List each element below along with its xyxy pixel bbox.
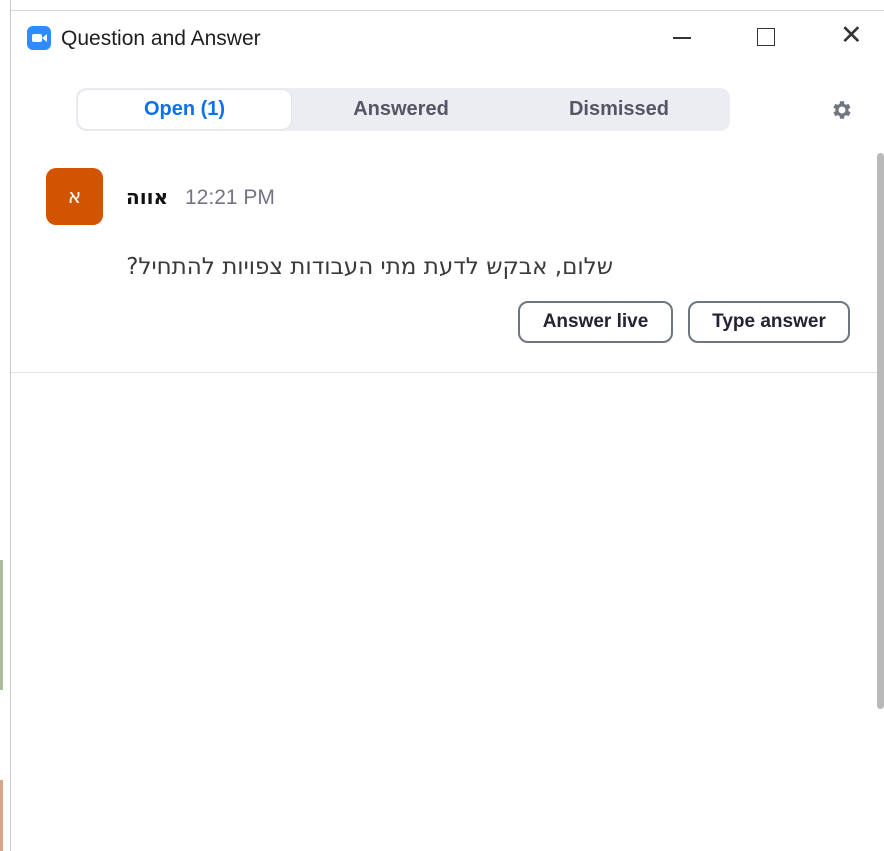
scrollbar[interactable] [877, 153, 884, 709]
avatar: א [46, 168, 103, 225]
tab-open[interactable]: Open (1) [78, 90, 291, 129]
background-window-strip [0, 0, 11, 851]
zoom-video-icon [27, 26, 51, 50]
minimize-button[interactable] [659, 19, 705, 55]
background-edge [0, 560, 3, 690]
window-title: Question and Answer [61, 27, 261, 50]
maximize-button[interactable] [743, 19, 789, 55]
close-button[interactable]: ✕ [828, 19, 874, 55]
qa-window: Question and Answer ✕ Open (1) Answered … [11, 10, 884, 851]
type-answer-button[interactable]: Type answer [688, 301, 850, 343]
title-bar[interactable]: Question and Answer ✕ [11, 11, 884, 63]
maximize-icon [757, 28, 775, 46]
minimize-icon [673, 37, 691, 39]
question-time: 12:21 PM [185, 186, 275, 209]
question-text: שלום, אבקש לדעת מתי העבודות צפויות להתחי… [126, 254, 613, 280]
background-edge [0, 780, 3, 851]
qa-tab-bar: Open (1) Answered Dismissed [76, 88, 730, 131]
gear-icon[interactable] [829, 98, 853, 122]
tab-dismissed[interactable]: Dismissed [514, 88, 724, 131]
question-item: א אווה 12:21 PM שלום, אבקש לדעת מתי העבו… [11, 161, 879, 373]
asker-name: אווה [126, 185, 169, 209]
close-icon: ✕ [840, 20, 863, 51]
answer-live-button[interactable]: Answer live [518, 301, 673, 343]
tab-answered[interactable]: Answered [296, 88, 506, 131]
